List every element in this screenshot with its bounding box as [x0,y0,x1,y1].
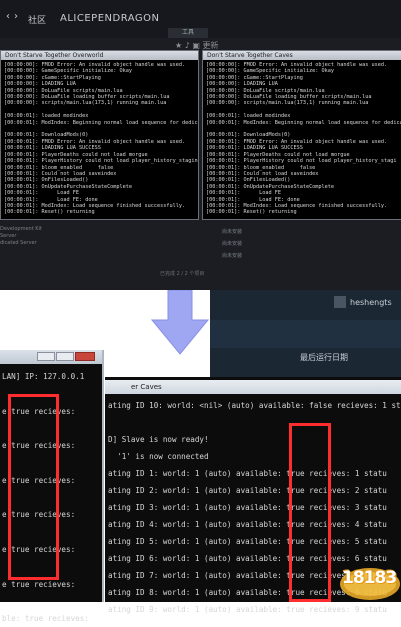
console-line: [00:00:01]: ModIndex: Beginning normal l… [206,119,401,126]
console-output: [00:00:00]: FMOD Error: An invalid objec… [1,60,198,218]
console-output: [00:00:00]: FMOD Error: An invalid objec… [203,60,401,218]
forward-arrow-icon[interactable]: › [14,11,18,22]
console-line: '1' is now connected [108,452,209,461]
console-line: [00:00:01]: PlayerHistory could not load… [4,158,199,165]
window-title: er Caves [105,380,401,394]
site-logo-text: 18183 [342,568,397,588]
console-line: [00:00:01]: Reset() returning [4,209,95,216]
highlight-box-right [289,423,331,602]
console-line: ble: true recieves: [2,614,89,624]
install-status-list: 尚未安装 尚未安装 尚未安装 [222,226,302,262]
nav-username[interactable]: ALICEPENDRAGON [60,13,160,24]
avatar[interactable] [334,296,346,308]
console-line: [00:00:01]: PlayerHistory could not load… [206,158,397,165]
console-line: [00:00:00]: scripts/main.lua(173,1) runn… [4,100,167,107]
steam-header-bar [210,320,401,348]
highlight-box-left [8,394,59,580]
steam-title-bar: ‹ › 社区 ALICEPENDRAGON 工具 [0,0,401,38]
console-line: ating ID 4: world: 1 (auto) available: t… [108,520,387,529]
library-item[interactable]: dicated Server [0,240,60,247]
tools-tab[interactable]: 工具 [168,28,208,38]
window-title: Don't Starve Together Caves [203,51,401,60]
console-line: ating ID 3: world: 1 (auto) available: t… [108,503,387,512]
window-title: Don't Starve Together Overworld [1,51,198,60]
download-status: 已完成 2 / 2 个项目 [160,271,205,277]
library-item[interactable]: Server [0,233,60,240]
console-line: ating ID 9: world: 1 (auto) available: t… [108,605,387,614]
steam-library-screenshot: ‹ › 社区 ALICEPENDRAGON 工具 ★ ♪ ▣ 更新 Don't … [0,0,401,290]
down-arrow-icon [150,289,210,356]
nav-community[interactable]: 社区 [28,13,46,26]
close-button[interactable] [75,352,95,361]
console-line: ating ID 10: world: <nil> (auto) availab… [108,401,401,410]
console-line: ating ID 1: world: 1 (auto) available: t… [108,469,387,478]
console-line: [00:00:01]: Reset() returning [206,209,297,216]
install-status: 尚未安装 [222,253,243,259]
back-arrow-icon[interactable]: ‹ [6,11,10,22]
install-status: 尚未安装 [222,241,243,247]
console-line: ating ID 2: world: 1 (auto) available: t… [108,486,387,495]
last-run-column-header[interactable]: 最后运行日期 [300,352,348,363]
console-line: LAN] IP: 127.0.0.1 [2,372,85,381]
minimize-button[interactable] [37,352,55,361]
library-list[interactable]: Development Kit Server dicated Server [0,226,60,290]
console-line: [00:00:01]: ModIndex: Beginning normal l… [4,119,199,126]
library-item[interactable]: Development Kit [0,226,60,233]
account-name[interactable]: heshengts [350,298,392,307]
maximize-button[interactable] [56,352,74,361]
console-line: D] Slave is now ready! [108,435,209,444]
console-window-caves[interactable]: Don't Starve Together Caves [00:00:00]: … [202,50,401,220]
console-line: ating ID 5: world: 1 (auto) available: t… [108,537,387,546]
install-status: 尚未安装 [222,229,243,235]
console-window-overworld[interactable]: Don't Starve Together Overworld [00:00:0… [0,50,199,220]
